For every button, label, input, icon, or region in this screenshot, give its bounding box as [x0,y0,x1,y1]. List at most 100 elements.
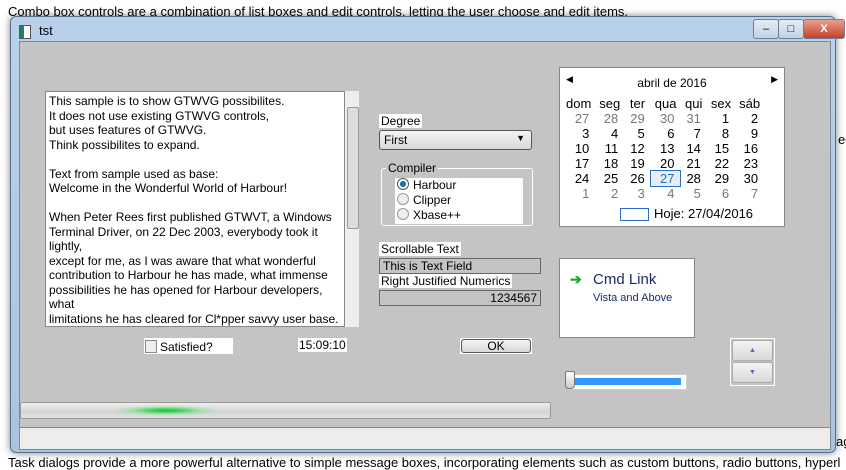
calendar-day[interactable]: 28 [680,171,706,186]
calendar-day[interactable]: 25 [595,171,624,186]
calendar-day[interactable]: 21 [680,156,706,171]
radio-label: Clipper [413,193,452,207]
memo-text[interactable]: This sample is to show GTWVG possibilite… [45,91,345,327]
weekday-header: sex [710,96,732,111]
slider-track[interactable] [568,374,687,390]
calendar-day[interactable]: 23 [735,156,764,171]
calendar-day[interactable]: 27 [649,170,682,187]
app-icon [19,25,31,39]
background-text-bottom: Task dialogs provide a more powerful alt… [8,455,841,470]
degree-label: Degree [379,114,423,128]
calendar-day[interactable]: 14 [680,141,706,156]
today-marker [620,208,649,221]
calendar-day[interactable]: 5 [680,186,706,201]
calendar-day[interactable]: 15 [707,141,735,156]
radio-label: Xbase++ [413,208,462,222]
calendar-day[interactable]: 7 [680,126,706,141]
radio-xbase[interactable]: Xbase++ [395,208,523,223]
cmd-link-button[interactable]: ➔ Cmd Link Vista and Above [559,258,695,338]
calendar-day[interactable]: 3 [562,126,595,141]
calendar-day[interactable]: 30 [735,171,764,186]
maximize-button[interactable]: □ [778,19,804,39]
calendar-day[interactable]: 17 [562,156,595,171]
scroll-thumb[interactable] [347,107,359,229]
calendar[interactable]: ◀ abril de 2016 ▶ dom seg ter qua qui sex sáb 2… [559,67,785,227]
background-fragment: ed [838,132,846,147]
numeric-field[interactable]: 1234567 [379,290,541,306]
calendar-month: abril de 2016 [637,76,707,90]
calendar-day[interactable]: 11 [595,141,624,156]
weekday-header: sáb [739,96,761,111]
compiler-group: Compiler Harbour Clipper Xbase++ [381,161,533,226]
calendar-day[interactable]: 30 [651,111,681,126]
spin-up-button[interactable]: ▲ [732,340,773,361]
calendar-day[interactable]: 29 [707,171,735,186]
calendar-day[interactable]: 5 [624,126,650,141]
calendar-day[interactable]: 2 [735,111,764,126]
next-month-icon[interactable]: ▶ [771,74,778,85]
calendar-day[interactable]: 1 [707,111,735,126]
calendar-day[interactable]: 3 [624,186,650,201]
spinner[interactable]: ▲ ▼ [730,338,775,386]
weekday-header: seg [599,96,621,111]
calendar-day[interactable]: 13 [651,141,681,156]
radio-clipper[interactable]: Clipper [395,193,523,208]
calendar-day[interactable]: 10 [562,141,595,156]
satisfied-checkbox[interactable]: Satisfied? [144,338,233,354]
calendar-day[interactable]: 20 [651,156,681,171]
radio-icon [397,193,409,205]
ok-button[interactable]: OK [461,339,531,353]
slider-thumb[interactable] [565,371,575,389]
calendar-day[interactable]: 29 [624,111,650,126]
weekday-header: qui [684,96,703,111]
numerics-label: Right Justified Numerics [379,274,513,288]
progress-bar [20,402,551,419]
calendar-day[interactable]: 1 [562,186,595,201]
calendar-day[interactable]: 28 [595,111,624,126]
calendar-day[interactable]: 16 [735,141,764,156]
calendar-day[interactable]: 4 [651,186,681,201]
app-window: tst – □ X This sample is to show GTWVG p… [10,16,845,453]
chevron-down-icon: ▼ [516,133,525,143]
text-field[interactable]: This is Text Field [379,258,541,274]
calendar-day[interactable]: 31 [680,111,706,126]
scrollable-text-label: Scrollable Text [379,242,461,256]
window-title: tst [39,23,53,38]
slider-fill [573,378,681,385]
compiler-label: Compiler [386,161,439,175]
calendar-day[interactable]: 4 [595,126,624,141]
radio-icon [397,178,409,190]
calendar-day[interactable]: 19 [624,156,650,171]
radio-harbour[interactable]: Harbour [395,178,523,193]
degree-combobox[interactable]: First ▼ [379,130,532,150]
cmd-link-subtitle: Vista and Above [593,292,673,304]
spin-down-button[interactable]: ▼ [732,362,773,383]
status-bar [19,427,831,450]
weekday-header: ter [629,96,646,111]
calendar-day[interactable]: 26 [624,171,650,186]
calendar-day[interactable]: 12 [624,141,650,156]
degree-value: First [384,133,408,147]
radio-label: Harbour [413,178,457,192]
arrow-right-icon: ➔ [570,271,582,287]
today-link[interactable]: Hoje: 27/04/2016 [654,206,753,221]
weekday-header: dom [566,96,592,111]
calendar-day[interactable]: 2 [595,186,624,201]
background-fragment: ag [836,434,846,449]
calendar-day[interactable]: 27 [562,111,595,126]
checkbox-icon [145,340,157,353]
calendar-day[interactable]: 24 [562,171,595,186]
calendar-day[interactable]: 18 [595,156,624,171]
close-button[interactable]: X [803,19,845,39]
calendar-day[interactable]: 8 [707,126,735,141]
memo-scrollbar[interactable] [345,91,359,327]
calendar-day[interactable]: 6 [707,186,735,201]
calendar-day[interactable]: 9 [735,126,764,141]
cmd-link-title: Cmd Link [593,271,657,288]
progress-glow [111,405,221,416]
minimize-button[interactable]: – [753,19,779,39]
calendar-day[interactable]: 22 [707,156,735,171]
weekday-header: qua [654,96,677,111]
calendar-day[interactable]: 6 [651,126,681,141]
calendar-day[interactable]: 7 [735,186,764,201]
